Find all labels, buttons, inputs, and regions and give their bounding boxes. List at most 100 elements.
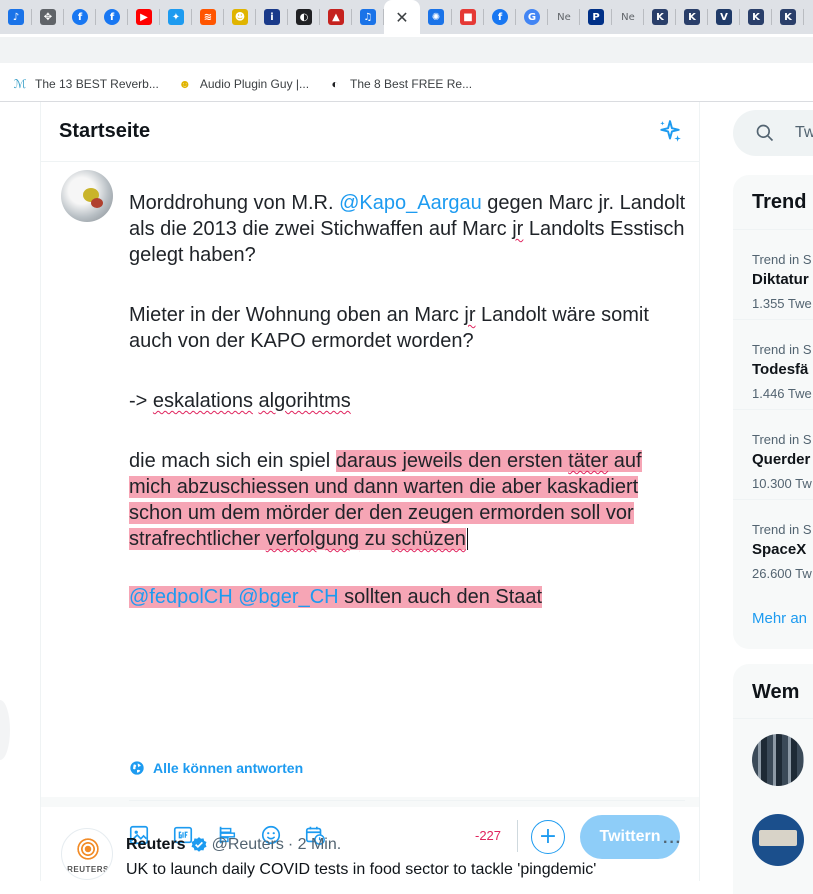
browser-tab[interactable]: ♫ (352, 0, 384, 34)
trend-count: 1.446 Twe (752, 386, 812, 401)
tweet-body: UK to launch daily COVID tests in food s… (126, 861, 597, 878)
browser-tab[interactable]: K (772, 0, 804, 34)
search-icon (756, 124, 774, 142)
mention-link[interactable]: @Kapo_Aargau (339, 192, 482, 214)
browser-tab[interactable]: ✦ (160, 0, 192, 34)
trend-name: Querder (752, 451, 811, 468)
browser-tab-strip: ♪ ✥ f f ▶ ✦ ≋ ☻ i ◐ ▲ ♫ ✕ ✺ ■ f G Ne P Ne K K V K K (0, 0, 813, 34)
who-to-follow-title: Wem (752, 681, 800, 703)
trend-item[interactable]: Trend in S Querder 10.300 Tw (733, 409, 813, 499)
plugin-guy-tab-icon: ☻ (232, 9, 248, 25)
ks-tab-icon: K (748, 9, 764, 25)
trend-count: 10.300 Tw (752, 476, 812, 491)
composer-divider (129, 800, 685, 801)
misspelled-word: schüzen (391, 528, 466, 550)
browser-tab[interactable]: ✺ (420, 0, 452, 34)
address-bar[interactable] (0, 37, 813, 63)
paypal-tab-icon: P (588, 9, 604, 25)
browser-tab[interactable]: K (676, 0, 708, 34)
ks-tab-icon: K (780, 9, 796, 25)
ks-tab-icon: K (684, 9, 700, 25)
bookmark-favicon-icon: ℳ (13, 76, 27, 91)
active-browser-tab[interactable]: ✕ (384, 0, 420, 34)
misspelled-word: täter (568, 450, 609, 472)
close-tab-icon[interactable]: ✕ (395, 8, 408, 27)
author-handle[interactable]: @Reuters (212, 836, 284, 854)
trend-context: Trend in S (752, 342, 812, 357)
left-edge-control (0, 700, 10, 760)
facebook-tab-icon: f (492, 9, 508, 25)
trends-panel: Trend Mehr an Trend in S Diktatur 1.355 Tw… (733, 175, 813, 649)
tweet-text-area[interactable]: Morddrohung von M.R. @Kapo_Aargau gegen … (129, 190, 689, 610)
tweet-header: Reuters @Reuters · 2 Min. (126, 836, 341, 854)
timeline-header: Startseite (41, 102, 699, 162)
search-placeholder: Tw (795, 124, 813, 141)
soundcloud-tab-icon: ≋ (200, 9, 216, 25)
twitter-tab-icon: ✦ (168, 9, 184, 25)
soundcloud-tab-icon: ♪ (8, 9, 24, 25)
bookmark-item[interactable]: ☻ Audio Plugin Guy |... (177, 76, 310, 92)
trends-title: Trend (752, 191, 807, 213)
reply-setting-label: Alle können antworten (153, 760, 304, 776)
mention-link[interactable]: @fedpolCH (129, 586, 233, 608)
trend-count: 1.355 Twe (752, 296, 812, 311)
browser-tab[interactable]: ♪ (0, 0, 32, 34)
browser-tab[interactable]: ✥ (32, 0, 64, 34)
trend-item[interactable]: Trend in S Todesfä 1.446 Twe (733, 319, 813, 409)
timeline-tweet[interactable]: REUTERS Reuters @Reuters · 2 Min. ··· UK… (41, 816, 699, 886)
browser-tab[interactable]: ▲ (320, 0, 352, 34)
misspelled-word: verfolgung (265, 528, 360, 550)
bookmark-item[interactable]: ◐ The 8 Best FREE Re... (327, 76, 472, 92)
text-paragraph: Mieter in der Wohnung oben an Marc jr La… (129, 304, 649, 352)
browser-tab[interactable]: ■ (452, 0, 484, 34)
verified-badge-icon (191, 837, 207, 852)
browser-tab[interactable]: Ne (548, 0, 580, 34)
suggested-user-avatar[interactable] (752, 734, 804, 786)
trend-name: SpaceX (752, 541, 807, 558)
browser-tab[interactable]: G (516, 0, 548, 34)
browser-tab[interactable]: Ne (612, 0, 644, 34)
who-to-follow-panel: Wem (733, 664, 813, 894)
more-options-icon[interactable]: ··· (663, 834, 682, 852)
trend-context: Trend in S (752, 432, 812, 447)
bookmarks-bar: ℳ The 13 BEST Reverb... ☻ Audio Plugin Guy … (0, 66, 813, 102)
overflow-highlight: @fedpolCH @bger_CH sollten auch den Staa… (129, 586, 543, 608)
reuters-avatar[interactable]: REUTERS (61, 828, 113, 880)
browser-tab[interactable]: i (256, 0, 288, 34)
bookmark-item[interactable]: ℳ The 13 BEST Reverb... (12, 76, 159, 92)
bookmark-label: Audio Plugin Guy |... (199, 76, 310, 91)
bookmark-favicon-icon: ◐ (331, 76, 339, 91)
page-title: Startseite (59, 120, 151, 142)
misspelled-word: jr (464, 304, 476, 326)
text-paragraph: Morddrohung von M.R. @Kapo_Aargau gegen … (129, 192, 686, 266)
browser-tab[interactable]: ☻ (224, 0, 256, 34)
suggested-user-avatar[interactable] (752, 814, 804, 866)
new-tab-icon: Ne (557, 11, 571, 23)
sparkle-icon[interactable] (657, 119, 683, 145)
search-input[interactable]: Tw (733, 110, 813, 156)
author-name[interactable]: Reuters (126, 836, 186, 854)
info-tab-icon: i (264, 9, 280, 25)
trend-item[interactable]: Trend in S SpaceX 26.600 Tw (733, 499, 813, 589)
browser-tab[interactable]: ◐ (288, 0, 320, 34)
browser-tab[interactable]: K (644, 0, 676, 34)
mention-link[interactable]: @bger_CH (238, 586, 338, 608)
timeline-column: Startseite Morddrohung von M.R. @Kapo_Aa… (40, 102, 700, 881)
vv-tab-icon: V (716, 9, 732, 25)
music-tab-icon: ♫ (360, 9, 376, 25)
browser-tab[interactable]: V (708, 0, 740, 34)
browser-tab[interactable]: f (484, 0, 516, 34)
moon-tab-icon: ◐ (296, 9, 312, 25)
browser-tab[interactable]: K (740, 0, 772, 34)
browser-tab[interactable]: ≋ (192, 0, 224, 34)
browser-tab[interactable]: ▶ (128, 0, 160, 34)
browser-tab[interactable]: f (96, 0, 128, 34)
show-more-link[interactable]: Mehr an (752, 610, 807, 627)
tweet-time[interactable]: · 2 Min. (288, 836, 341, 854)
misspelled-word: algorihtms (258, 390, 351, 412)
browser-tab[interactable]: f (64, 0, 96, 34)
trend-item[interactable]: Trend in S Diktatur 1.355 Twe (733, 229, 813, 319)
browser-tab[interactable]: P (580, 0, 612, 34)
reply-setting-button[interactable]: Alle können antworten (129, 760, 303, 776)
user-avatar[interactable] (61, 170, 113, 222)
